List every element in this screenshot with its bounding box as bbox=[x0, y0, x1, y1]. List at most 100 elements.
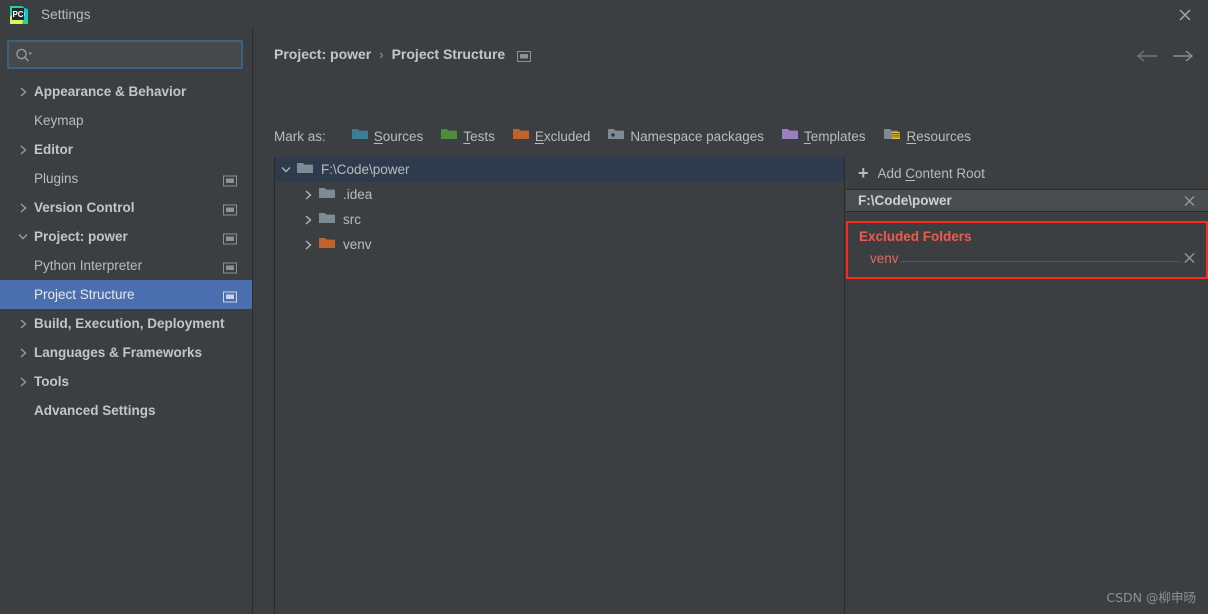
mark-as-templates-label: Templates bbox=[803, 128, 866, 144]
chevron-right-icon bbox=[12, 376, 34, 388]
sidebar-item-editor[interactable]: Editor bbox=[0, 135, 252, 164]
breadcrumb-current: Project Structure bbox=[391, 46, 506, 62]
sidebar-item-label: Project: power bbox=[34, 229, 128, 244]
excluded-folders-title: Excluded Folders bbox=[859, 229, 972, 244]
mark-as-namespace-packages-button[interactable]: Namespace packages bbox=[608, 127, 764, 145]
excluded-folder-name: venv bbox=[870, 250, 899, 266]
chevron-right-icon[interactable] bbox=[297, 214, 319, 226]
settings-sidebar: Appearance & Behavior Keymap Editor Plug… bbox=[0, 29, 253, 614]
folder-excluded-icon bbox=[512, 127, 529, 145]
sidebar-item-label: Appearance & Behavior bbox=[34, 84, 187, 99]
title-bar: PC Settings bbox=[0, 0, 1208, 30]
settings-nav-list: Appearance & Behavior Keymap Editor Plug… bbox=[0, 77, 252, 425]
content-root-path: F:\Code\power bbox=[858, 193, 952, 208]
sidebar-item-label: Build, Execution, Deployment bbox=[34, 316, 225, 331]
chevron-right-icon bbox=[12, 144, 34, 156]
sidebar-item-label: Plugins bbox=[34, 171, 79, 186]
project-scope-icon bbox=[223, 173, 237, 186]
svg-text:PC: PC bbox=[12, 10, 23, 19]
folder-templates-icon bbox=[781, 127, 798, 145]
pycharm-logo-icon: PC bbox=[9, 5, 29, 25]
history-navigation bbox=[1136, 46, 1194, 66]
watermark: CSDN @柳申旸 bbox=[1106, 590, 1196, 605]
search-icon bbox=[9, 48, 39, 62]
chevron-right-icon bbox=[12, 202, 34, 214]
sidebar-item-version-control[interactable]: Version Control bbox=[0, 193, 252, 222]
sidebar-item-keymap[interactable]: Keymap bbox=[0, 106, 252, 135]
chevron-right-icon bbox=[12, 318, 34, 330]
settings-main-panel: Project: power › Project Structure Mark … bbox=[254, 29, 1208, 614]
sidebar-item-advanced-settings[interactable]: Advanced Settings bbox=[0, 396, 252, 425]
folder-excluded-icon bbox=[319, 236, 335, 254]
folder-sources-icon bbox=[351, 127, 368, 145]
content-roots-panel: + Add Content Root F:\Code\power Exclude… bbox=[846, 157, 1208, 614]
sidebar-item-label: Editor bbox=[34, 142, 73, 157]
content-root-header: F:\Code\power bbox=[846, 189, 1208, 212]
sidebar-item-label: Advanced Settings bbox=[34, 403, 156, 418]
chevron-right-icon bbox=[12, 347, 34, 359]
breadcrumb-parent[interactable]: Project: power bbox=[274, 46, 371, 62]
project-scope-icon bbox=[223, 260, 237, 273]
arrow-right-icon[interactable] bbox=[1172, 46, 1194, 66]
sidebar-item-label: Version Control bbox=[34, 200, 135, 215]
sidebar-item-label: Python Interpreter bbox=[34, 258, 143, 273]
window-title: Settings bbox=[41, 7, 91, 22]
tree-row[interactable]: .idea bbox=[275, 182, 844, 207]
tree-item-label: venv bbox=[343, 237, 372, 252]
project-scope-icon bbox=[223, 231, 237, 244]
folder-resources-icon bbox=[883, 127, 901, 145]
search-box[interactable] bbox=[7, 40, 243, 69]
tree-item-label: F:\Code\power bbox=[321, 162, 410, 177]
project-tree: F:\Code\power .idea src venv bbox=[275, 157, 844, 614]
tree-item-label: .idea bbox=[343, 187, 373, 202]
project-scope-icon bbox=[517, 49, 532, 62]
folder-icon bbox=[297, 161, 313, 179]
search-input[interactable] bbox=[39, 42, 241, 67]
sidebar-item-project-structure[interactable]: Project Structure bbox=[0, 280, 252, 309]
sidebar-item-appearance-behavior[interactable]: Appearance & Behavior bbox=[0, 77, 252, 106]
mark-as-excluded-button[interactable]: Excluded bbox=[512, 127, 591, 145]
tree-item-label: src bbox=[343, 212, 361, 227]
mark-as-namespace-packages-label: Namespace packages bbox=[630, 128, 764, 144]
breadcrumb-separator: › bbox=[379, 46, 384, 62]
project-tree-panel: F:\Code\power .idea src venv bbox=[274, 157, 845, 614]
tree-row[interactable]: F:\Code\power bbox=[275, 157, 844, 182]
mark-as-excluded-label: Excluded bbox=[534, 128, 591, 144]
close-icon[interactable] bbox=[1183, 252, 1196, 265]
sidebar-item-python-interpreter[interactable]: Python Interpreter bbox=[0, 251, 252, 280]
mark-as-resources-button[interactable]: Resources bbox=[883, 127, 971, 145]
folder-icon bbox=[319, 186, 335, 204]
mark-as-sources-button[interactable]: Sources bbox=[351, 127, 423, 145]
folder-tests-icon bbox=[441, 127, 458, 145]
close-icon[interactable] bbox=[1183, 194, 1196, 207]
add-content-root-button[interactable]: + Add Content Root bbox=[846, 157, 1208, 189]
mark-as-tests-button[interactable]: Tests bbox=[441, 127, 495, 145]
chevron-down-icon[interactable] bbox=[275, 165, 297, 174]
dotted-separator bbox=[900, 250, 1180, 262]
arrow-left-icon[interactable] bbox=[1136, 46, 1158, 66]
sidebar-item-label: Project Structure bbox=[34, 287, 135, 302]
mark-as-templates-button[interactable]: Templates bbox=[781, 127, 866, 145]
tree-row[interactable]: src bbox=[275, 207, 844, 232]
add-content-root-label: Add Content Root bbox=[877, 165, 985, 181]
mark-as-toolbar: Mark as: Sources Tests Excluded Namespac… bbox=[274, 127, 971, 145]
sidebar-item-label: Languages & Frameworks bbox=[34, 345, 203, 360]
chevron-right-icon[interactable] bbox=[297, 239, 319, 251]
folder-namespace-icon bbox=[608, 127, 625, 145]
sidebar-item-project-power[interactable]: Project: power bbox=[0, 222, 252, 251]
sidebar-item-languages-frameworks[interactable]: Languages & Frameworks bbox=[0, 338, 252, 367]
sidebar-item-tools[interactable]: Tools bbox=[0, 367, 252, 396]
folder-icon bbox=[319, 211, 335, 229]
sidebar-item-plugins[interactable]: Plugins bbox=[0, 164, 252, 193]
chevron-right-icon bbox=[12, 86, 34, 98]
settings-dialog: PC Settings Appearance & Behavior Keymap… bbox=[0, 0, 1208, 614]
project-scope-icon bbox=[223, 202, 237, 215]
excluded-folder-row[interactable]: venv bbox=[848, 248, 1206, 268]
plus-icon: + bbox=[858, 163, 869, 183]
chevron-down-icon bbox=[12, 232, 34, 241]
sidebar-item-label: Tools bbox=[34, 374, 69, 389]
tree-row[interactable]: venv bbox=[275, 232, 844, 257]
sidebar-item-build-execution-deployment[interactable]: Build, Execution, Deployment bbox=[0, 309, 252, 338]
close-icon[interactable] bbox=[1162, 0, 1208, 29]
chevron-right-icon[interactable] bbox=[297, 189, 319, 201]
